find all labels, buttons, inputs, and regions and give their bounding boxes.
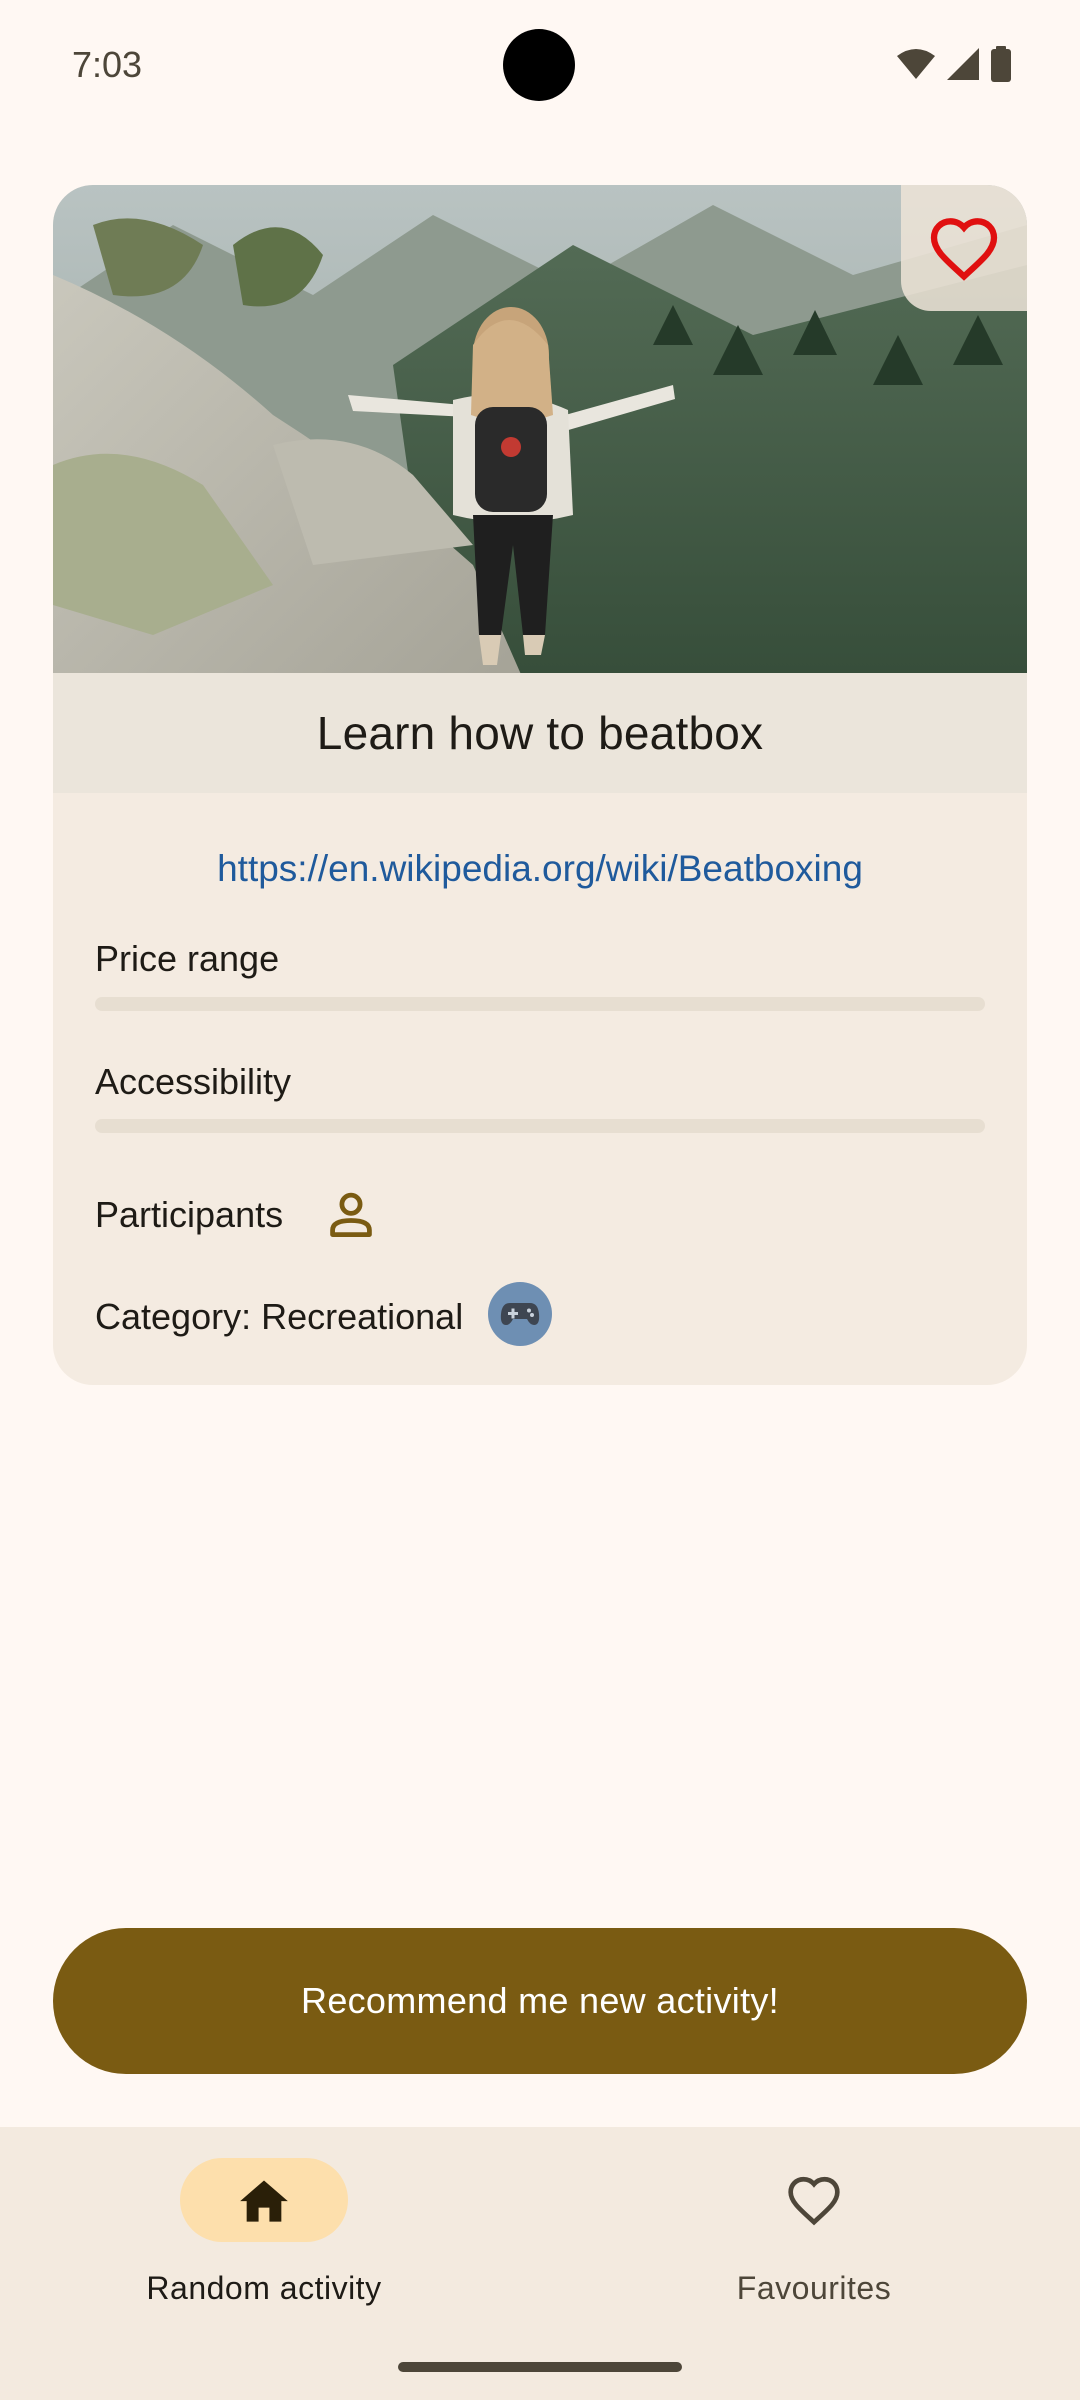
activity-title-band: Learn how to beatbox: [53, 673, 1027, 793]
recommend-activity-button[interactable]: Recommend me new activity!: [53, 1928, 1027, 2074]
camera-cutout: [503, 29, 575, 101]
nav-active-indicator: [180, 2158, 348, 2242]
category-label: Category: Recreational: [95, 1296, 464, 1337]
person-icon: [330, 1192, 372, 1237]
bottom-navigation: Random activity Favourites: [0, 2127, 1080, 2400]
nav-item-favourites[interactable]: Favourites: [664, 2158, 964, 2318]
nav-label-random-activity: Random activity: [146, 2270, 382, 2306]
status-time: 7:03: [72, 44, 143, 85]
favourite-toggle-button[interactable]: [901, 185, 1027, 311]
nav-item-random-activity[interactable]: Random activity: [114, 2158, 414, 2318]
heart-outline-icon: [788, 2176, 840, 2226]
activity-link[interactable]: https://en.wikipedia.org/wiki/Beatboxing: [0, 848, 1080, 890]
status-bar: 7:03: [0, 0, 1080, 130]
gesture-navigation-bar[interactable]: [398, 2362, 682, 2372]
nav-label-favourites: Favourites: [736, 2270, 892, 2306]
wifi-icon: [897, 49, 935, 79]
cellular-signal-icon: [947, 48, 979, 80]
nav-icon-container: [730, 2158, 898, 2242]
battery-icon: [991, 46, 1011, 82]
activity-title: Learn how to beatbox: [316, 707, 764, 759]
price-range-label: Price range: [95, 938, 280, 979]
category-chip: [488, 1282, 552, 1346]
home-icon: [240, 2180, 288, 2222]
accessibility-label: Accessibility: [95, 1061, 292, 1102]
status-icons: [896, 46, 1012, 82]
heart-outline-icon: [930, 218, 998, 281]
price-range-indicator: [95, 997, 985, 1011]
participants-label: Participants: [95, 1194, 284, 1235]
gamepad-icon: [500, 1303, 540, 1325]
accessibility-indicator: [95, 1119, 985, 1133]
